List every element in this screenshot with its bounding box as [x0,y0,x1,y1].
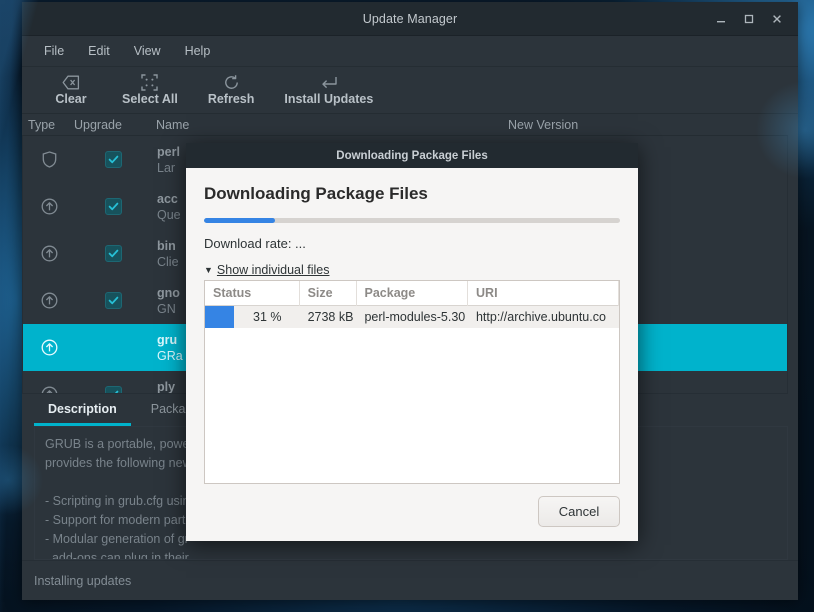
upgrade-arrow-icon [23,292,75,309]
checkbox-checked-icon [104,198,122,215]
show-individual-files-expander[interactable]: ▼ Show individual files [204,263,329,277]
checkbox-checked-icon [104,151,122,168]
upgrade-arrow-icon [23,198,75,215]
window-titlebar: Update Manager [22,2,798,36]
menu-file[interactable]: File [34,40,74,62]
upgrade-checkbox[interactable] [75,292,151,309]
files-column-size[interactable]: Size [300,281,357,306]
dialog-titlebar: Downloading Package Files [186,143,638,168]
cancel-button[interactable]: Cancel [538,496,620,527]
files-table: Status Size Package URI 31 % 2738 kB per… [204,280,620,484]
window-controls [708,2,790,36]
refresh-button[interactable]: Refresh [198,71,265,106]
overall-progress-fill [204,218,275,223]
close-icon[interactable] [764,6,790,32]
overall-progress-bar [204,218,620,223]
column-header-type[interactable]: Type [22,118,74,132]
file-progress-label: 31 % [253,310,282,324]
menu-edit[interactable]: Edit [78,40,120,62]
upgrade-arrow-icon [23,245,75,262]
clear-icon [62,73,80,91]
refresh-icon [223,73,240,91]
select-all-label: Select All [122,92,178,106]
download-rate-label: Download rate: ... [204,236,306,251]
desktop-wallpaper: Update Manager File Edit View Help Clear… [0,0,814,612]
files-table-header: Status Size Package URI [205,281,619,306]
upgrade-arrow-icon [23,386,75,393]
toolbar: Clear Select All Refresh Install Updates [22,67,798,114]
security-shield-icon [23,151,75,168]
file-status-progress: 31 % [205,306,300,328]
clear-button[interactable]: Clear [40,71,102,106]
files-column-uri[interactable]: URI [468,281,619,306]
file-size: 2738 kB [307,310,354,324]
upgrade-checkbox[interactable] [75,339,151,356]
checkbox-checked-icon [104,339,122,356]
checkbox-checked-icon [104,386,122,393]
menubar: File Edit View Help [22,36,798,67]
column-header-new-version[interactable]: New Version [508,118,788,132]
package-list-header: Type Upgrade Name New Version [22,114,788,136]
checkbox-checked-icon [104,245,122,262]
dialog-body: Downloading Package Files Download rate:… [186,168,638,484]
tab-description[interactable]: Description [34,398,131,426]
install-updates-button[interactable]: Install Updates [274,71,383,106]
upgrade-checkbox[interactable] [75,151,151,168]
install-updates-label: Install Updates [284,92,374,106]
clear-label: Clear [55,92,87,106]
checkbox-checked-icon [104,292,122,309]
upgrade-checkbox[interactable] [75,198,151,215]
triangle-down-icon: ▼ [204,264,213,275]
menu-help[interactable]: Help [175,40,221,62]
upgrade-checkbox[interactable] [75,386,151,393]
refresh-label: Refresh [207,92,255,106]
upgrade-arrow-icon [23,339,75,356]
column-header-name[interactable]: Name [150,118,508,132]
column-header-upgrade[interactable]: Upgrade [74,118,150,132]
file-package: perl-modules-5.30 [364,310,466,324]
select-all-button[interactable]: Select All [112,71,188,106]
dialog-title: Downloading Package Files [336,149,488,162]
upgrade-checkbox[interactable] [75,245,151,262]
statusbar: Installing updates [22,560,798,600]
install-updates-icon [320,73,338,91]
files-column-status[interactable]: Status [205,281,300,306]
select-all-icon [141,73,159,91]
file-uri: http://archive.ubuntu.co [475,310,606,324]
files-table-row[interactable]: 31 % 2738 kB perl-modules-5.30 http://ar… [205,306,619,328]
window-title: Update Manager [362,11,458,26]
dialog-heading: Downloading Package Files [204,184,428,203]
status-text: Installing updates [34,573,132,588]
minimize-icon[interactable] [708,6,734,32]
expander-label: Show individual files [216,263,330,277]
menu-view[interactable]: View [124,40,171,62]
dialog-actions: Cancel [186,484,638,541]
files-column-package[interactable]: Package [357,281,469,306]
downloading-package-files-dialog: Downloading Package Files Downloading Pa… [186,143,638,541]
maximize-icon[interactable] [736,6,762,32]
